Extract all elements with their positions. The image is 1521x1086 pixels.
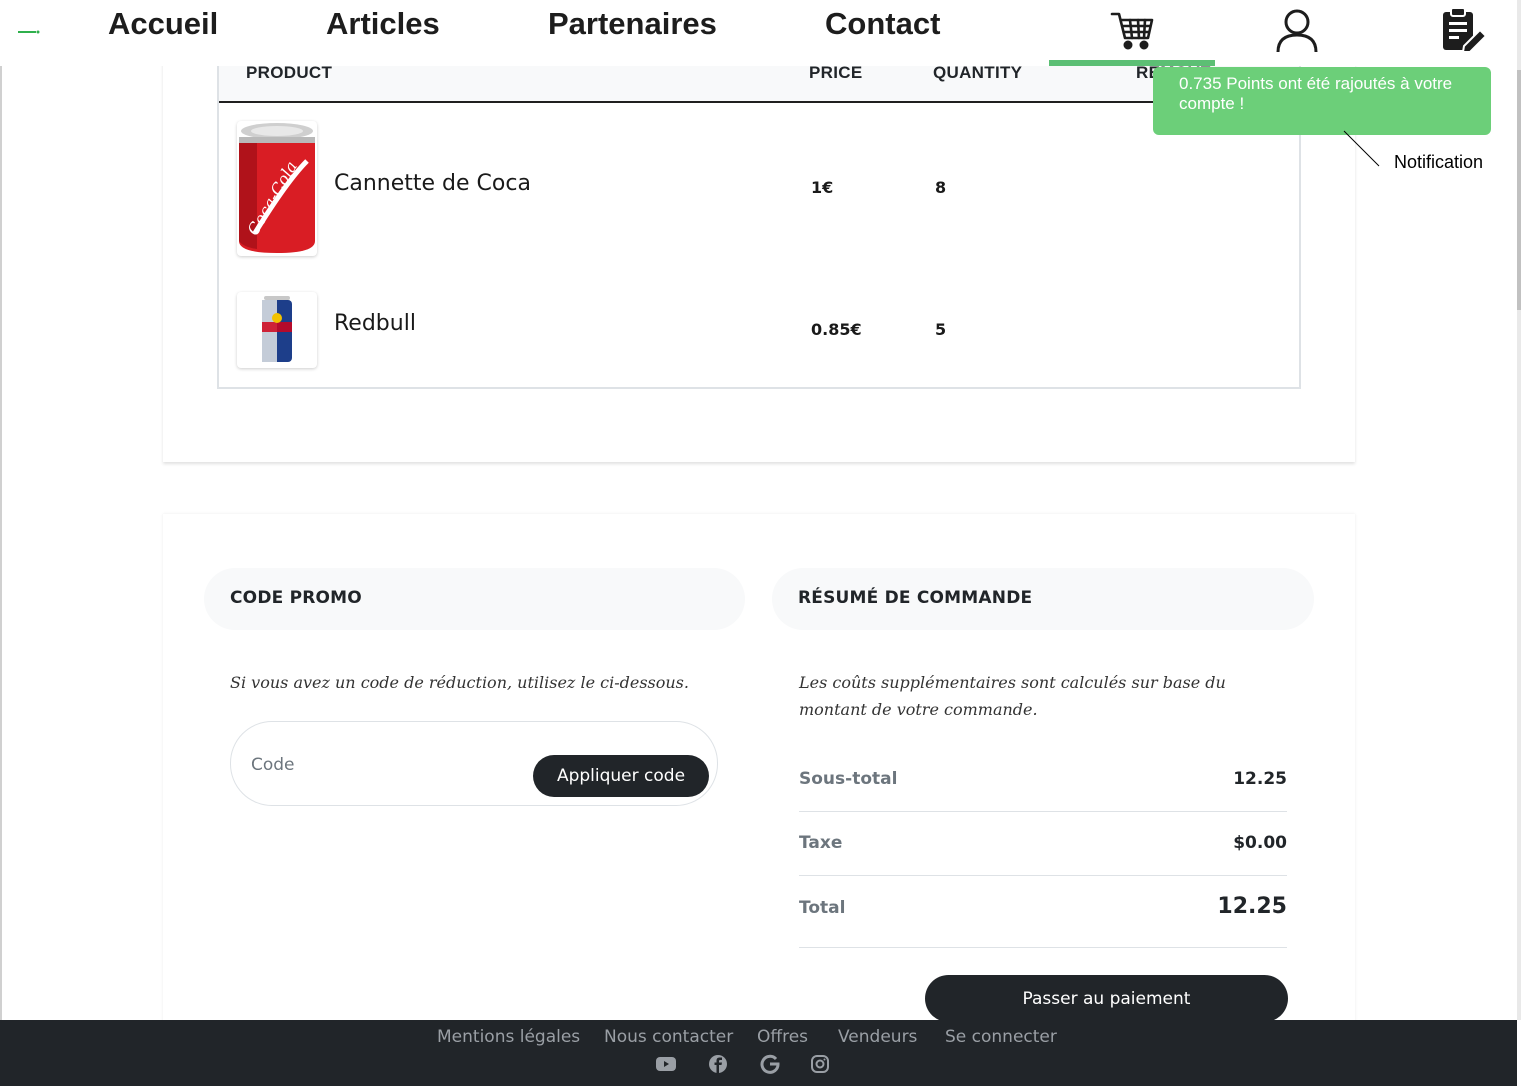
column-header-quantity: QUANTITY xyxy=(933,63,1023,82)
nav-link-contact[interactable]: Contact xyxy=(825,6,940,42)
column-header-price: PRICE xyxy=(809,63,863,82)
nav-link-accueil[interactable]: Accueil xyxy=(108,6,218,42)
product-price: 0.85€ xyxy=(811,320,862,339)
summary-title: RÉSUMÉ DE COMMANDE xyxy=(798,588,1033,608)
summary-row-tax: Taxe $0.00 xyxy=(799,812,1287,876)
notification-label: Notification xyxy=(1394,152,1484,172)
promo-form: Appliquer code xyxy=(230,721,718,806)
nav-link-articles[interactable]: Articles xyxy=(326,6,440,42)
summary-row-subtotal: Sous-total 12.25 xyxy=(799,768,1287,812)
coca-can-image: Coca-Cola xyxy=(237,121,317,256)
active-nav-indicator xyxy=(1049,60,1215,66)
product-quantity: 8 xyxy=(935,178,947,197)
apply-code-button[interactable]: Appliquer code xyxy=(533,755,709,797)
column-header-product: PRODUCT xyxy=(246,63,333,82)
notification-toast[interactable]: 0.735 Points ont été rajoutés à votre co… xyxy=(1153,67,1491,135)
cart-table: PRODUCT PRICE QUANTITY REMOVE Coca-Cola … xyxy=(217,56,1301,389)
instagram-icon[interactable] xyxy=(810,1054,830,1074)
site-logo[interactable] xyxy=(18,28,40,36)
nav-link-partenaires[interactable]: Partenaires xyxy=(548,6,717,42)
promo-header: CODE PROMO xyxy=(204,568,745,630)
youtube-icon[interactable] xyxy=(656,1054,676,1074)
summary-row-total: Total 12.25 xyxy=(799,876,1287,948)
footer: Mentions légales Nous contacter Offres V… xyxy=(0,1020,1517,1086)
clipboard-edit-icon[interactable] xyxy=(1440,6,1488,56)
page-border xyxy=(0,0,2,1086)
footer-link-offers[interactable]: Offres xyxy=(757,1027,808,1047)
promo-title: CODE PROMO xyxy=(230,588,362,608)
google-icon[interactable] xyxy=(760,1054,780,1074)
product-name[interactable]: Redbull xyxy=(334,311,416,336)
product-price: 1€ xyxy=(811,178,834,197)
product-quantity: 5 xyxy=(935,320,947,339)
footer-link-contact[interactable]: Nous contacter xyxy=(604,1027,733,1047)
notification-pointer-line xyxy=(1343,130,1380,167)
summary-description: Les coûts supplémentaires sont calculés … xyxy=(799,673,1226,719)
total-label: Total xyxy=(799,898,846,918)
total-value: 12.25 xyxy=(1217,894,1287,919)
promo-description: Si vous avez un code de réduction, utili… xyxy=(230,673,689,692)
facebook-icon[interactable] xyxy=(708,1054,728,1074)
tax-value: $0.00 xyxy=(1233,833,1287,853)
product-name[interactable]: Cannette de Coca xyxy=(334,171,531,196)
subtotal-label: Sous-total xyxy=(799,769,898,789)
cart-icon[interactable] xyxy=(1110,8,1154,56)
subtotal-value: 12.25 xyxy=(1233,769,1287,789)
tax-label: Taxe xyxy=(799,833,843,853)
user-icon[interactable] xyxy=(1275,8,1319,58)
scrollbar-thumb[interactable] xyxy=(1517,70,1521,310)
table-row: Coca-Cola Cannette de Coca 1€ 8 xyxy=(219,105,1299,256)
footer-link-sellers[interactable]: Vendeurs xyxy=(838,1027,917,1047)
redbull-can-image xyxy=(237,292,317,368)
summary-header: RÉSUMÉ DE COMMANDE xyxy=(772,568,1314,630)
checkout-button[interactable]: Passer au paiement xyxy=(925,975,1288,1022)
footer-link-legal[interactable]: Mentions légales xyxy=(437,1027,580,1047)
promo-code-input[interactable] xyxy=(251,750,511,780)
table-row: Redbull 0.85€ 5 xyxy=(219,247,1299,377)
notification-message: 0.735 Points ont été rajoutés à votre co… xyxy=(1179,74,1453,113)
footer-link-login[interactable]: Se connecter xyxy=(945,1027,1057,1047)
top-navbar: Accueil Articles Partenaires Contact xyxy=(0,0,1517,66)
